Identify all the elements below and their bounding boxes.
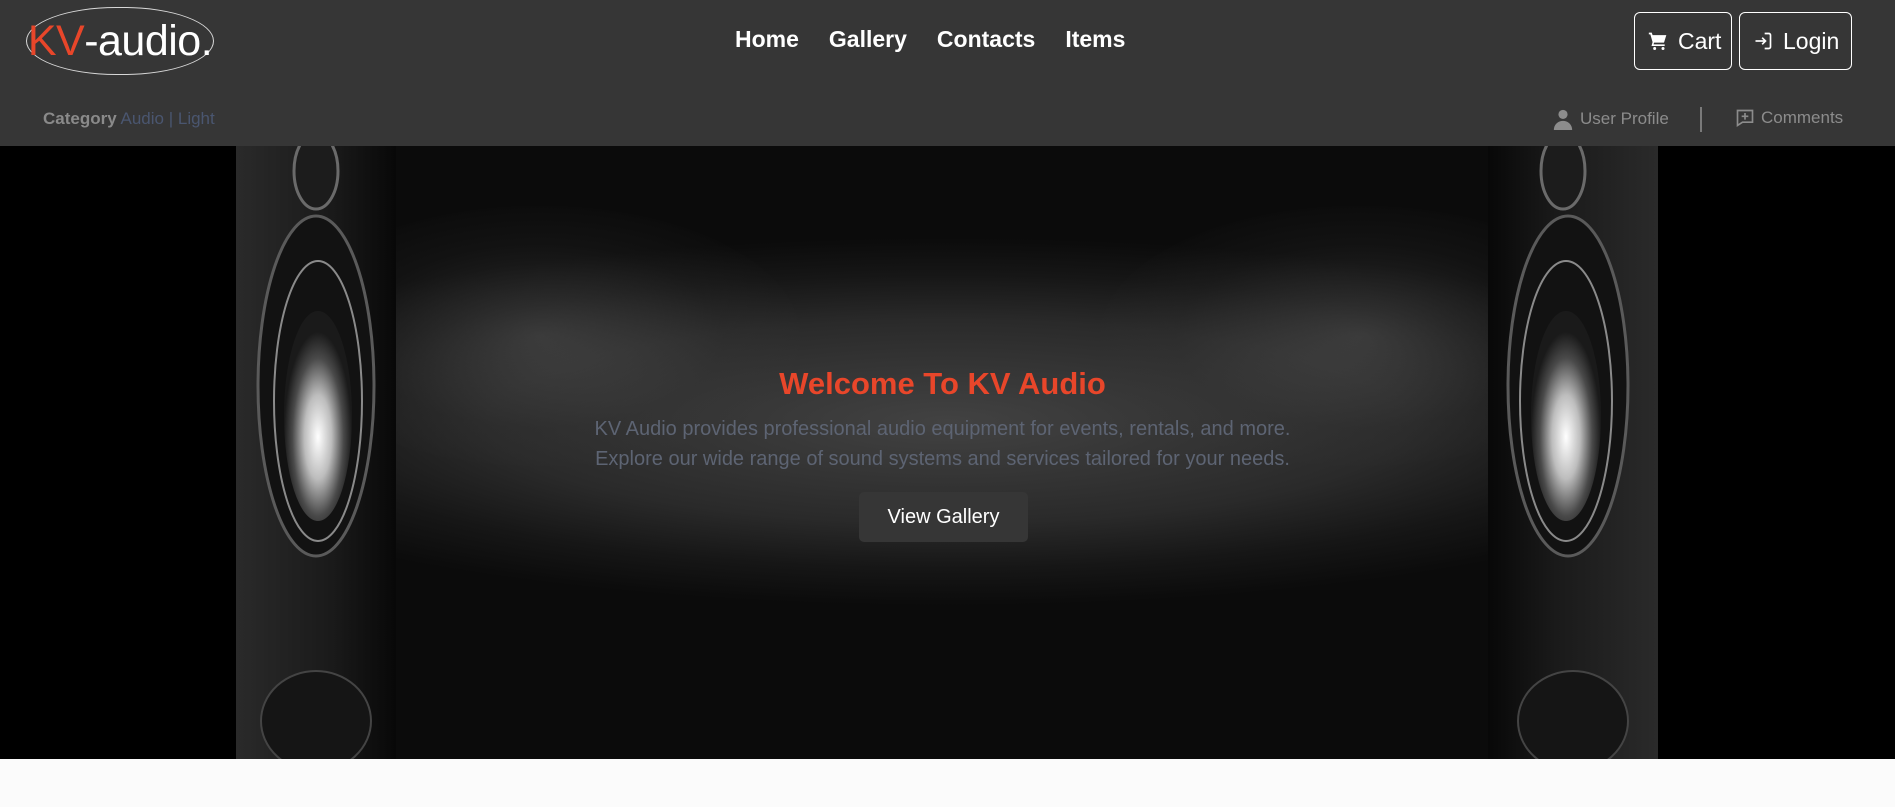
- nav-gallery[interactable]: Gallery: [829, 26, 907, 53]
- nav-home[interactable]: Home: [735, 26, 799, 53]
- hero-description-line-1: KV Audio provides professional audio equ…: [594, 418, 1291, 440]
- user-icon: [1553, 109, 1573, 130]
- cart-button[interactable]: Cart: [1634, 12, 1732, 70]
- main-nav: Home Gallery Contacts Items: [735, 26, 1125, 53]
- login-button[interactable]: Login: [1739, 12, 1852, 70]
- comments-link[interactable]: Comments: [1735, 108, 1843, 128]
- header: KV -audio. Home Gallery Contacts Items Ca…: [0, 0, 1895, 146]
- hero-banner: Welcome To KV Audio KV Audio provides pr…: [0, 146, 1895, 759]
- category-label: Category: [43, 109, 117, 128]
- category-bar: Category Audio | Light: [43, 109, 215, 129]
- nav-contacts[interactable]: Contacts: [937, 26, 1035, 53]
- login-icon: [1755, 32, 1772, 50]
- comments-label: Comments: [1761, 108, 1844, 127]
- utility-divider: [1700, 107, 1702, 132]
- nav-items[interactable]: Items: [1065, 26, 1125, 53]
- category-light[interactable]: Light: [178, 109, 215, 128]
- hero-description-line-2: Explore our wide range of sound systems …: [595, 448, 1290, 470]
- comment-icon: [1736, 109, 1754, 128]
- cart-icon: [1648, 32, 1667, 50]
- hero-title: Welcome To KV Audio: [779, 366, 1106, 401]
- hero-description: KV Audio provides professional audio equ…: [0, 414, 1885, 474]
- category-audio[interactable]: Audio: [120, 109, 163, 128]
- view-gallery-button[interactable]: View Gallery: [859, 492, 1028, 542]
- logo[interactable]: KV -audio.: [26, 7, 214, 75]
- logo-rest: -audio.: [84, 16, 213, 65]
- user-profile-link[interactable]: User Profile: [1552, 108, 1669, 130]
- logo-kv: KV: [27, 16, 85, 65]
- cart-label: Cart: [1678, 27, 1722, 54]
- category-separator: |: [168, 109, 174, 128]
- user-profile-label: User Profile: [1580, 109, 1669, 128]
- login-label: Login: [1783, 27, 1840, 54]
